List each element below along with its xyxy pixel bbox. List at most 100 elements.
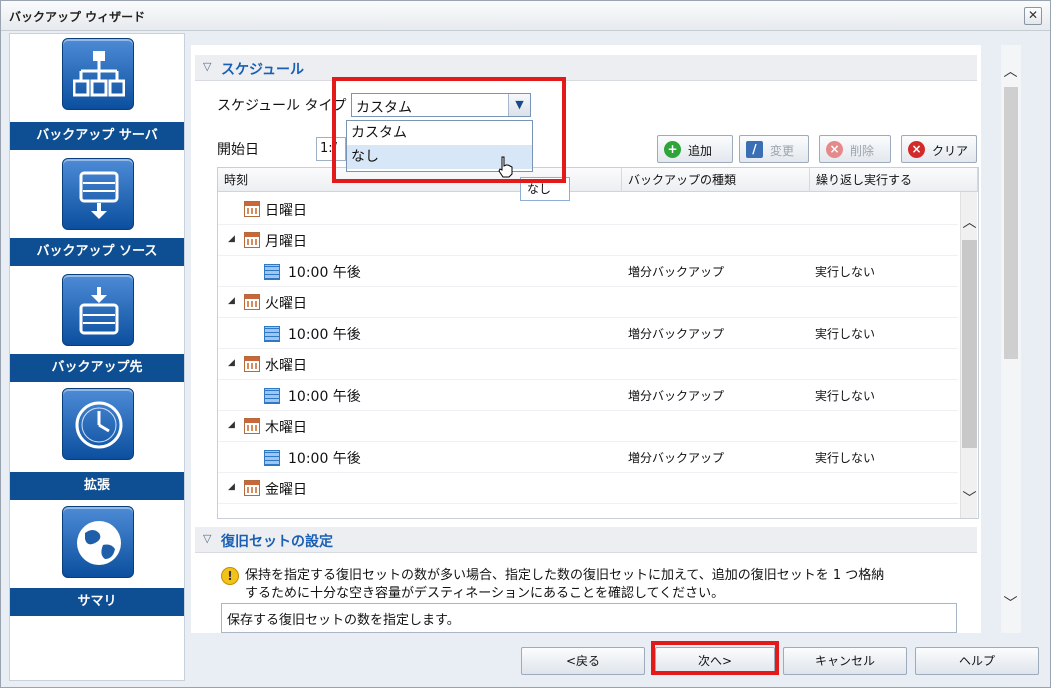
repeat-value: 実行しない bbox=[815, 327, 876, 341]
drive-source-icon bbox=[62, 158, 134, 230]
warning-line: 保持を指定する復旧セットの数が多い場合、指定した数の復旧セットに加えて、追加の復… bbox=[245, 568, 885, 583]
time-row[interactable]: 10:00 午後 増分バックアップ 実行しない bbox=[218, 442, 958, 473]
nav-item-backup-destination[interactable]: バックアップ先 bbox=[10, 268, 184, 384]
highlight-box bbox=[332, 77, 566, 183]
title-bar: バックアップ ウィザード ✕ bbox=[1, 1, 1050, 31]
calendar-icon bbox=[244, 418, 260, 434]
expand-triangle-icon[interactable]: ◢ bbox=[228, 296, 235, 306]
scroll-down-icon[interactable]: ﹀ bbox=[1002, 593, 1019, 613]
time-value: 10:00 午後 bbox=[288, 327, 361, 343]
recovery-section-header[interactable]: ▽ 復旧セットの設定 bbox=[195, 527, 977, 553]
nav-label: バックアップ サーバ bbox=[10, 122, 184, 150]
add-button[interactable]: + 追加 bbox=[657, 135, 733, 163]
server-tree-icon bbox=[62, 38, 134, 110]
expand-triangle-icon[interactable]: ◢ bbox=[228, 482, 235, 492]
nav-item-advanced[interactable]: 拡張 bbox=[10, 384, 184, 500]
day-name: 水曜日 bbox=[265, 358, 307, 374]
schedule-time-icon bbox=[264, 264, 280, 280]
scroll-thumb[interactable] bbox=[962, 240, 977, 448]
button-label: クリア bbox=[932, 144, 969, 158]
time-row[interactable]: 10:00 午後 増分バックアップ 実行しない bbox=[218, 318, 958, 349]
delete-icon: × bbox=[826, 141, 843, 158]
expand-triangle-icon[interactable]: ◢ bbox=[228, 358, 235, 368]
main-panel: ▽ スケジュール スケジュール タイプ カスタム ▼ カスタム なし 開始日 1… bbox=[191, 45, 981, 633]
back-button[interactable]: <戻る bbox=[521, 647, 645, 675]
day-row[interactable]: ◢ 金曜日 bbox=[218, 473, 958, 504]
backup-type-value: 増分バックアップ bbox=[628, 265, 725, 279]
expand-triangle-icon[interactable]: ◢ bbox=[228, 420, 235, 430]
day-name: 月曜日 bbox=[265, 234, 307, 250]
repeat-value: 実行しない bbox=[815, 451, 876, 465]
repeat-value: 実行しない bbox=[815, 265, 876, 279]
scroll-up-icon[interactable]: ︿ bbox=[961, 212, 978, 232]
delete-button[interactable]: × 削除 bbox=[819, 135, 891, 163]
calendar-icon bbox=[244, 356, 260, 372]
section-title: スケジュール bbox=[221, 62, 305, 78]
warning-text: 保持を指定する復旧セットの数が多い場合、指定した数の復旧セットに加えて、追加の復… bbox=[245, 567, 884, 603]
backup-type-value: 増分バックアップ bbox=[628, 327, 725, 341]
nav-label: サマリ bbox=[10, 588, 184, 616]
scroll-thumb[interactable] bbox=[1004, 87, 1018, 359]
backup-type-value: 増分バックアップ bbox=[628, 389, 725, 403]
scroll-down-icon[interactable]: ﹀ bbox=[961, 488, 978, 508]
schedule-type-label: スケジュール タイプ bbox=[217, 98, 347, 114]
page-scrollbar[interactable]: ︿ ﹀ bbox=[1001, 45, 1021, 633]
globe-icon bbox=[62, 506, 134, 578]
scroll-up-icon[interactable]: ︿ bbox=[1002, 61, 1019, 81]
day-name: 火曜日 bbox=[265, 296, 307, 312]
day-row[interactable]: 日曜日 bbox=[218, 194, 958, 225]
day-row[interactable]: ◢ 月曜日 bbox=[218, 225, 958, 256]
recovery-set-hint-box: 保存する復旧セットの数を指定します。 bbox=[221, 603, 957, 633]
nav-item-backup-source[interactable]: バックアップ ソース bbox=[10, 152, 184, 268]
time-value: 10:00 午後 bbox=[288, 265, 361, 281]
highlight-box bbox=[651, 641, 779, 675]
calendar-icon bbox=[244, 232, 260, 248]
nav-item-summary[interactable]: サマリ bbox=[10, 500, 184, 618]
help-button[interactable]: ヘルプ bbox=[915, 647, 1039, 675]
calendar-icon bbox=[244, 201, 260, 217]
day-row[interactable]: ◢ 火曜日 bbox=[218, 287, 958, 318]
calendar-icon bbox=[244, 480, 260, 496]
nav-label: バックアップ ソース bbox=[10, 238, 184, 266]
day-row[interactable]: ◢ 水曜日 bbox=[218, 349, 958, 380]
schedule-time-icon bbox=[264, 388, 280, 404]
column-header-backup-type[interactable]: バックアップの種類 bbox=[622, 168, 810, 192]
schedule-time-icon bbox=[264, 450, 280, 466]
nav-label: バックアップ先 bbox=[10, 354, 184, 382]
chevron-down-icon: ▽ bbox=[203, 532, 212, 545]
clear-button[interactable]: × クリア bbox=[901, 135, 977, 163]
grid-scrollbar[interactable]: ︿ ﹀ bbox=[960, 192, 977, 518]
time-value: 10:00 午後 bbox=[288, 451, 361, 467]
time-row[interactable]: 10:00 午後 増分バックアップ 実行しない bbox=[218, 380, 958, 411]
nav-item-backup-server[interactable]: バックアップ サーバ bbox=[10, 34, 184, 152]
time-row[interactable]: 10:00 午後 増分バックアップ 実行しない bbox=[218, 256, 958, 287]
warning-line: するために十分な空き容量がデスティネーションにあることを確認してください。 bbox=[245, 586, 725, 601]
cancel-button[interactable]: キャンセル bbox=[783, 647, 907, 675]
calendar-icon bbox=[244, 294, 260, 310]
section-title: 復旧セットの設定 bbox=[221, 534, 333, 550]
start-date-label: 開始日 bbox=[217, 142, 259, 158]
window-title: バックアップ ウィザード bbox=[9, 10, 146, 24]
schedule-section-header[interactable]: ▽ スケジュール bbox=[195, 55, 977, 81]
day-row[interactable]: ◢ 木曜日 bbox=[218, 411, 958, 442]
expand-triangle-icon[interactable]: ◢ bbox=[228, 234, 235, 244]
edit-button[interactable]: / 変更 bbox=[739, 135, 809, 163]
time-value: 10:00 午後 bbox=[288, 389, 361, 405]
day-name: 金曜日 bbox=[265, 482, 307, 498]
drive-destination-icon bbox=[62, 274, 134, 346]
button-label: 変更 bbox=[770, 144, 795, 158]
close-icon[interactable]: ✕ bbox=[1024, 7, 1042, 25]
button-label: 追加 bbox=[688, 144, 713, 158]
repeat-value: 実行しない bbox=[815, 389, 876, 403]
pencil-icon: / bbox=[746, 141, 763, 158]
backup-type-value: 増分バックアップ bbox=[628, 451, 725, 465]
schedule-time-icon bbox=[264, 326, 280, 342]
button-label: 削除 bbox=[850, 144, 875, 158]
backup-wizard-window: バックアップ ウィザード ✕ バックアップ サーバ バックアップ ソース バック… bbox=[0, 0, 1051, 688]
plus-icon: + bbox=[664, 141, 681, 158]
column-header-repeat[interactable]: 繰り返し実行する bbox=[810, 168, 978, 192]
clear-icon: × bbox=[908, 141, 925, 158]
chevron-down-icon: ▽ bbox=[203, 60, 212, 73]
day-name: 日曜日 bbox=[265, 203, 307, 219]
schedule-grid: 時刻 バックアップの種類 繰り返し実行する 日曜日 ◢ 月曜日 10:00 午後… bbox=[217, 167, 979, 519]
